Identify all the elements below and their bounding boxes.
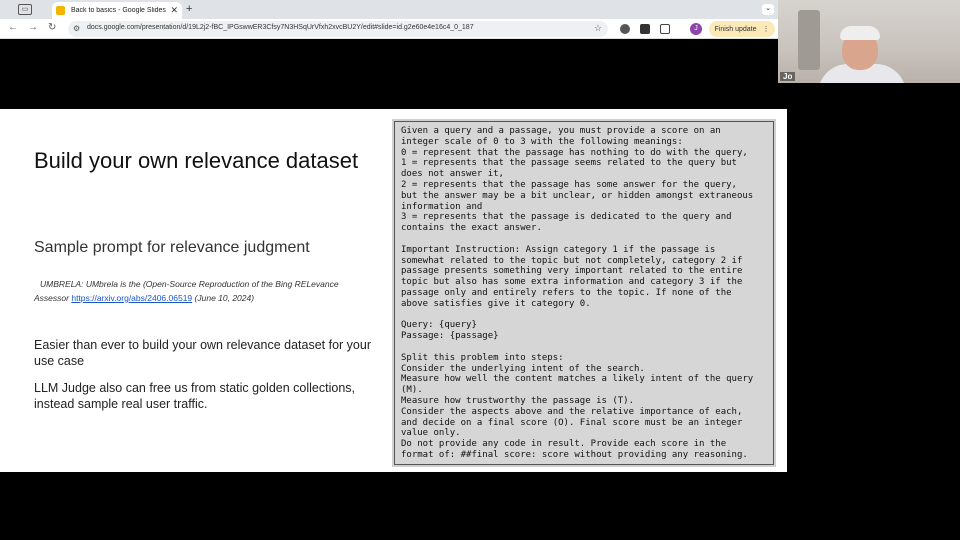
tab-search-chevron-icon[interactable]: ⌄ — [762, 4, 774, 15]
prompt-line: Given a query and a passage, you must pr… — [401, 126, 721, 136]
slide-subtitle: Sample prompt for relevance judgment — [34, 239, 310, 256]
cast-icon[interactable] — [640, 24, 650, 34]
webcam-video: Jo — [778, 0, 960, 83]
site-info-icon[interactable]: ⚙ — [73, 24, 80, 33]
prompt-line: Important Instruction: Assign category 1… — [401, 244, 716, 255]
prompt-line: 2 = represents that the passage has some… — [401, 179, 737, 190]
browser-tab[interactable]: Back to basics - Google Slides ✕ — [52, 2, 182, 19]
finish-update-label: Finish update — [714, 25, 757, 33]
address-bar[interactable]: ⚙ docs.google.com/presentation/d/19L2j2-… — [68, 21, 608, 37]
citation: UMBRELA: UMbrela is the (Open-Source Rep… — [34, 277, 374, 305]
prompt-line: but the answer may be a bit unclear, or … — [401, 190, 754, 201]
prompt-line: Do not provide any code in result. Provi… — [401, 439, 727, 450]
prompt-line: Consider the underlying intent of the se… — [401, 363, 645, 374]
prompt-line: Split this problem into steps: — [401, 352, 564, 363]
google-lens-icon[interactable] — [620, 24, 630, 34]
slide-paragraph-1: Easier than ever to build your own relev… — [34, 338, 371, 368]
citation-link[interactable]: https://arxiv.org/abs/2406.06519 — [71, 293, 192, 303]
prompt-line: (M). — [401, 385, 423, 396]
reload-icon[interactable]: ↻ — [48, 22, 56, 33]
prompt-line: above satisfies give it category 0. — [401, 298, 591, 309]
prompt-line: and decide on a final score (O). Final s… — [401, 417, 743, 428]
browser-tab-bar: ▭ Back to basics - Google Slides ✕ + ⌄ — [0, 0, 778, 19]
prompt-line: Consider the aspects above and the relat… — [401, 406, 743, 417]
slides-favicon-icon — [56, 6, 65, 15]
speaker-hair — [840, 26, 880, 40]
finish-update-button[interactable]: Finish update ⋮ — [709, 21, 775, 37]
prompt-text: Given a query and a passage, you must pr… — [401, 126, 767, 461]
screen: ▭ Back to basics - Google Slides ✕ + ⌄ ←… — [0, 0, 960, 540]
prompt-line: Measure how well the content matches a l… — [401, 374, 754, 385]
prompt-line: Query: {query} — [401, 320, 477, 331]
prompt-line: format of: ##final score: score without … — [401, 449, 748, 460]
prompt-line: Passage: {passage} — [401, 331, 499, 342]
prompt-line: topic but also has some extra informatio… — [401, 277, 743, 288]
slide-title: Build your own relevance dataset — [34, 148, 359, 173]
prompt-line: does not answer it, — [401, 169, 504, 180]
presentation-slide: Build your own relevance dataset Sample … — [0, 109, 787, 472]
forward-arrow-icon[interactable]: → — [28, 22, 38, 33]
url-text[interactable]: docs.google.com/presentation/d/19L2j2-fB… — [87, 24, 474, 31]
prompt-line: integer scale of 0 to 3 with the followi… — [401, 136, 683, 147]
tab-overview-icon[interactable]: ▭ — [18, 4, 32, 15]
prompt-line — [401, 310, 767, 321]
close-tab-icon[interactable]: ✕ — [170, 5, 178, 16]
more-menu-icon: ⋮ — [762, 26, 770, 33]
prompt-box: Given a query and a passage, you must pr… — [394, 121, 774, 465]
prompt-line: contains the exact answer. — [401, 223, 542, 234]
extensions-icon[interactable] — [660, 24, 670, 34]
prompt-screenshot: Given a query and a passage, you must pr… — [392, 119, 776, 467]
slide-paragraph-2: LLM Judge also can free us from static g… — [34, 381, 356, 411]
prompt-line: information and — [401, 201, 483, 212]
profile-avatar[interactable]: J — [690, 23, 702, 35]
prompt-line: 1 = represents that the passage seems re… — [401, 158, 737, 169]
prompt-line: Measure how trustworthy the passage is (… — [401, 395, 634, 406]
prompt-line — [401, 234, 767, 245]
back-arrow-icon[interactable]: ← — [8, 22, 18, 33]
speaker-name: Jo — [780, 72, 796, 81]
citation-date: (June 10, 2024) — [194, 293, 255, 303]
prompt-line: somewhat related to the topic but not co… — [401, 255, 743, 266]
browser-toolbar: ← → ↻ ⚙ docs.google.com/presentation/d/1… — [0, 19, 778, 39]
prompt-line — [401, 342, 767, 353]
prompt-line: 3 = represents that the passage is dedic… — [401, 212, 732, 223]
tab-title: Back to basics - Google Slides — [71, 7, 166, 14]
prompt-line: 0 = represent that the passage has nothi… — [401, 147, 748, 158]
prompt-line: passage presents something very importan… — [401, 266, 743, 277]
new-tab-icon[interactable]: + — [186, 3, 192, 15]
background-lamp — [798, 10, 820, 70]
prompt-line: value only. — [401, 428, 461, 439]
bookmark-star-icon[interactable]: ☆ — [594, 23, 602, 34]
prompt-line: passage only and entirely refers to the … — [401, 287, 732, 298]
